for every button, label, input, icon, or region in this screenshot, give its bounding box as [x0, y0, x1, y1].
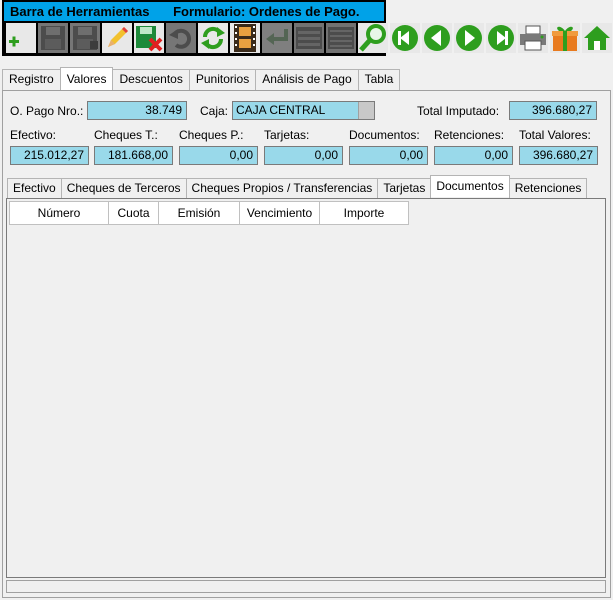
tab-valores[interactable]: Valores — [59, 67, 114, 90]
film-icon — [230, 22, 260, 53]
top-tab-strip: Registro Valores Descuentos Punitorios A… — [2, 67, 401, 90]
efectivo-field[interactable]: 215.012,27 — [10, 146, 89, 165]
last-record-button[interactable] — [485, 22, 517, 54]
gift-button[interactable] — [549, 22, 581, 54]
add-icon — [6, 22, 36, 53]
tab-tabla[interactable]: Tabla — [357, 69, 401, 90]
edit-pencil-icon — [102, 22, 132, 53]
retenciones-label: Retenciones: — [434, 128, 505, 142]
status-strip — [6, 580, 606, 593]
toolbar-window: Barra de Herramientas Formulario: Ordene… — [2, 0, 612, 56]
return-button[interactable] — [261, 22, 293, 54]
undo-button[interactable] — [165, 22, 197, 54]
caja-select[interactable]: CAJA CENTRAL — [232, 101, 375, 120]
list-icon — [294, 22, 324, 53]
add-button[interactable] — [5, 22, 37, 54]
list-button[interactable] — [293, 22, 325, 54]
form-title: Formulario: Ordenes de Pago. — [173, 4, 360, 19]
column-header-cuota[interactable]: Cuota — [108, 201, 159, 225]
refresh-button[interactable] — [197, 22, 229, 54]
grid-header: Número Cuota Emisión Vencimiento Importe — [9, 201, 409, 225]
cheques-p-field[interactable]: 0,00 — [179, 146, 258, 165]
documentos-grid[interactable]: Número Cuota Emisión Vencimiento Importe — [6, 198, 606, 578]
next-record-icon — [454, 22, 484, 53]
tab-documentos[interactable]: Documentos — [430, 175, 510, 197]
save-as-button[interactable] — [69, 22, 101, 54]
caja-label: Caja: — [200, 104, 229, 118]
tarjetas-label: Tarjetas: — [264, 128, 310, 142]
tab-efectivo[interactable]: Efectivo — [7, 178, 62, 198]
tab-cheques-propios[interactable]: Cheques Propios / Transferencias — [185, 178, 379, 198]
values-tab-strip: Efectivo Cheques de Terceros Cheques Pro… — [7, 175, 588, 198]
column-header-numero[interactable]: Número — [9, 201, 109, 225]
tab-punitorios[interactable]: Punitorios — [188, 69, 257, 90]
total-valores-label: Total Valores: — [519, 128, 591, 142]
grid-icon — [326, 22, 356, 53]
grid-button[interactable] — [325, 22, 357, 54]
total-imputado-field[interactable]: 396.680,27 — [509, 101, 597, 120]
toolbar-title-bar[interactable]: Barra de Herramientas Formulario: Ordene… — [4, 2, 384, 21]
opago-label: O. Pago Nro.: — [10, 104, 84, 118]
tab-retenciones[interactable]: Retenciones — [508, 178, 588, 198]
next-record-button[interactable] — [453, 22, 485, 54]
search-button[interactable] — [357, 22, 389, 54]
column-header-emision[interactable]: Emisión — [158, 201, 240, 225]
film-button[interactable] — [229, 22, 261, 54]
previous-record-icon — [422, 22, 452, 53]
tab-descuentos[interactable]: Descuentos — [112, 69, 190, 90]
cheques-t-field[interactable]: 181.668,00 — [94, 146, 173, 165]
retenciones-field[interactable]: 0,00 — [434, 146, 513, 165]
documentos-label: Documentos: — [349, 128, 420, 142]
tab-cheques-de-terceros[interactable]: Cheques de Terceros — [60, 178, 187, 198]
tab-tarjetas[interactable]: Tarjetas — [377, 178, 432, 198]
caja-selected-value: CAJA CENTRAL — [236, 103, 326, 117]
toolbar-title: Barra de Herramientas — [10, 4, 150, 19]
documentos-field[interactable]: 0,00 — [349, 146, 428, 165]
cheques-t-label: Cheques T.: — [94, 128, 158, 142]
total-imputado-label: Total Imputado: — [417, 104, 500, 118]
first-record-button[interactable] — [389, 22, 421, 54]
gift-icon — [550, 22, 580, 53]
home-button[interactable] — [581, 22, 613, 54]
save-icon — [38, 22, 68, 53]
tarjetas-field[interactable]: 0,00 — [264, 146, 343, 165]
print-icon — [518, 22, 548, 53]
valores-panel: O. Pago Nro.: 38.749 Caja: CAJA CENTRAL … — [2, 90, 611, 598]
column-header-importe[interactable]: Importe — [319, 201, 409, 225]
tab-analisis-de-pago[interactable]: Análisis de Pago — [255, 69, 359, 90]
total-valores-field[interactable]: 396.680,27 — [519, 146, 598, 165]
previous-record-button[interactable] — [421, 22, 453, 54]
first-record-icon — [390, 22, 420, 53]
cheques-p-label: Cheques P.: — [179, 128, 244, 142]
home-icon — [582, 22, 612, 53]
save-button[interactable] — [37, 22, 69, 54]
toolbar-icons — [4, 21, 612, 54]
undo-icon — [166, 22, 196, 53]
column-header-vencimiento[interactable]: Vencimiento — [239, 201, 320, 225]
delete-button[interactable] — [133, 22, 165, 54]
return-icon — [262, 22, 292, 53]
caja-dropdown-button[interactable] — [358, 102, 374, 119]
tab-registro[interactable]: Registro — [2, 69, 61, 90]
delete-icon — [134, 22, 164, 53]
print-button[interactable] — [517, 22, 549, 54]
edit-button[interactable] — [101, 22, 133, 54]
opago-field[interactable]: 38.749 — [87, 101, 187, 120]
search-icon — [358, 22, 388, 53]
refresh-icon — [198, 22, 228, 53]
efectivo-label: Efectivo: — [10, 128, 57, 142]
last-record-icon — [486, 22, 516, 53]
save-as-icon — [70, 22, 100, 53]
